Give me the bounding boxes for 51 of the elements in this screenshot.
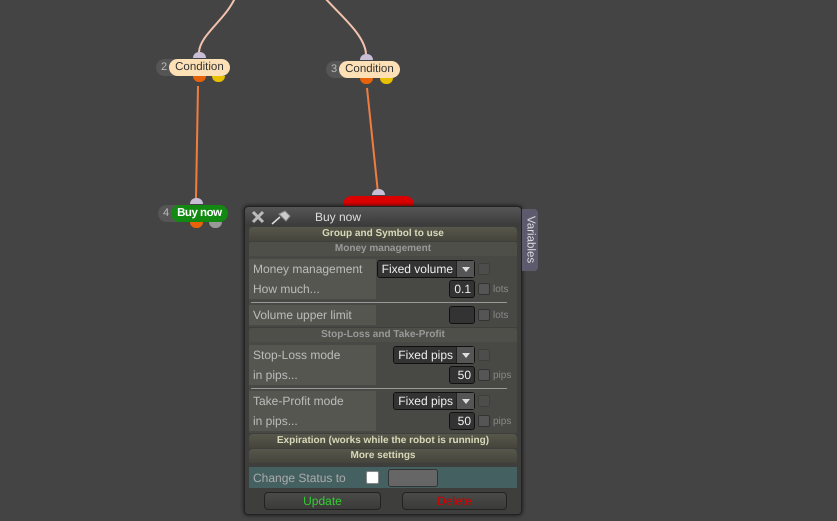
checkbox[interactable] xyxy=(478,369,490,382)
section-header[interactable]: Expiration (works while the robot is running) xyxy=(249,434,517,448)
number-field[interactable]: 50 xyxy=(449,412,475,430)
unit-label: lots xyxy=(493,308,510,323)
input-port[interactable] xyxy=(372,189,385,195)
caret-icon xyxy=(462,266,470,272)
output-port[interactable] xyxy=(212,76,225,82)
dropdown[interactable]: Fixed pips xyxy=(393,346,475,364)
caret-icon xyxy=(462,398,470,404)
connector-line xyxy=(324,0,367,54)
field-label: in pips... xyxy=(249,365,376,386)
input-port[interactable] xyxy=(193,52,206,58)
checkbox[interactable] xyxy=(478,415,490,428)
input-port[interactable] xyxy=(190,198,203,204)
section-header[interactable]: More settings xyxy=(249,449,517,464)
color-swatch[interactable] xyxy=(388,468,438,487)
field-label: in pips... xyxy=(249,411,376,432)
unit-label: lots xyxy=(493,282,510,297)
update-button[interactable]: Update xyxy=(264,492,381,510)
input-port[interactable] xyxy=(360,54,373,60)
output-port[interactable] xyxy=(380,78,393,84)
caret-icon xyxy=(462,352,470,358)
checkbox[interactable] xyxy=(366,471,379,484)
output-port[interactable] xyxy=(360,78,373,84)
variables-tab[interactable]: Variables xyxy=(522,209,538,271)
field-label: How much... xyxy=(249,279,376,300)
checkbox[interactable] xyxy=(478,283,490,296)
number-field[interactable] xyxy=(449,306,475,324)
close-icon[interactable] xyxy=(251,210,265,224)
status-label: Change Status to xyxy=(253,470,347,487)
section-header[interactable]: Group and Symbol to use xyxy=(249,227,517,242)
field-label: Take-Profit mode xyxy=(249,391,376,412)
field-label: Stop-Loss mode xyxy=(249,345,376,366)
connector-line xyxy=(198,0,236,52)
field-label: Money management xyxy=(249,259,376,280)
output-port[interactable] xyxy=(193,76,206,82)
node-label[interactable]: Buy now xyxy=(171,205,228,222)
field-label: Volume upper limit xyxy=(249,305,376,326)
number-field[interactable]: 50 xyxy=(449,366,475,384)
output-port[interactable] xyxy=(190,222,203,228)
output-port[interactable] xyxy=(209,222,222,228)
window-title: Buy now xyxy=(315,208,362,226)
number-field[interactable]: 0.1 xyxy=(449,280,475,298)
dropdown[interactable]: Fixed pips xyxy=(393,392,475,410)
pin-icon[interactable] xyxy=(271,208,293,225)
unit-label: pips xyxy=(493,368,512,383)
unit-label: pips xyxy=(493,414,512,429)
node-label[interactable]: Condition xyxy=(339,61,400,78)
checkbox[interactable] xyxy=(478,309,490,322)
node-label[interactable]: Condition xyxy=(169,59,230,76)
dropdown[interactable]: Fixed volume xyxy=(376,260,475,278)
